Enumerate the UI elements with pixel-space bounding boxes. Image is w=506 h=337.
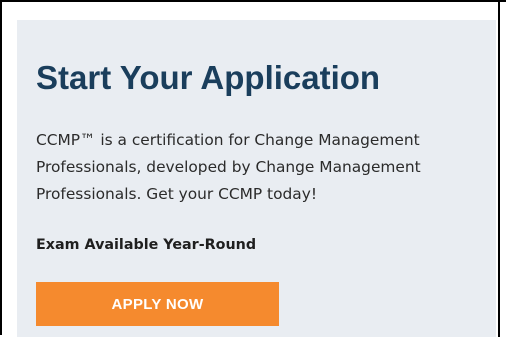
- page-frame: Start Your Application CCMP™ is a certif…: [0, 0, 506, 337]
- card-title: Start Your Application: [36, 59, 381, 96]
- apply-now-button[interactable]: APPLY NOW: [36, 282, 279, 326]
- card-description: CCMP™ is a certification for Change Mana…: [36, 131, 421, 203]
- exam-availability-text: Exam Available Year-Round: [36, 237, 257, 253]
